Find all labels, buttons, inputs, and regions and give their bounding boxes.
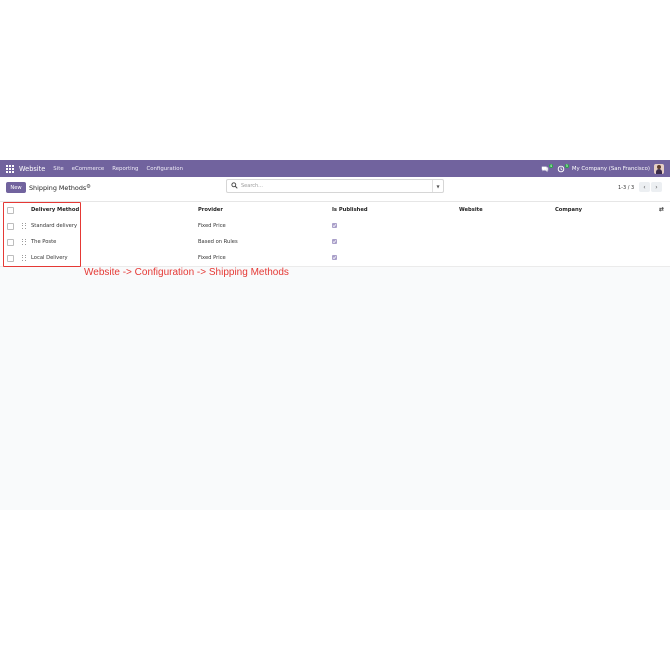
menu-site[interactable]: Site [53, 166, 63, 172]
annotation-highlight-box [3, 202, 81, 267]
search-options-toggle[interactable]: ▼ [432, 180, 443, 192]
table-row[interactable]: Standard delivery Fixed Price [0, 218, 670, 235]
gear-icon[interactable]: ⚙ [86, 184, 91, 190]
pager-previous-button[interactable]: ‹ [639, 182, 650, 192]
messages-badge: 4 [548, 163, 553, 168]
cell-provider: Fixed Price [198, 223, 226, 229]
menu-reporting[interactable]: Reporting [112, 166, 138, 172]
chevron-left-icon: ‹ [643, 183, 646, 191]
is-published-checkbox[interactable] [332, 239, 337, 244]
brand-website[interactable]: Website [19, 165, 45, 173]
caret-down-icon: ▼ [436, 183, 440, 189]
user-avatar[interactable] [654, 163, 664, 174]
search-icon [231, 182, 238, 189]
table-header-row: Delivery Method Provider Is Published We… [0, 202, 670, 219]
odoo-app: Website Site eCommerce Reporting Configu… [0, 160, 670, 510]
cell-provider: Fixed Price [198, 255, 226, 261]
menu-ecommerce[interactable]: eCommerce [72, 166, 105, 172]
optional-columns-toggle-icon[interactable]: ⇄ [659, 202, 664, 218]
pager-next-button[interactable]: › [651, 182, 662, 192]
table-row[interactable]: The Poste Based on Rules [0, 234, 670, 251]
page-title: Shipping Methods [29, 184, 87, 192]
is-published-checkbox[interactable] [332, 223, 337, 228]
control-panel: New Shipping Methods ⚙ ▼ 1-3 / 3 ‹ › [0, 177, 670, 202]
search-input[interactable] [241, 181, 421, 190]
column-header-company[interactable]: Company [555, 202, 582, 218]
annotation-text: Website -> Configuration -> Shipping Met… [84, 267, 289, 278]
table-row[interactable]: Local Delivery Fixed Price [0, 250, 670, 267]
company-switcher[interactable]: My Company (San Francisco) [572, 166, 650, 172]
messages-icon[interactable]: 4 [540, 163, 553, 174]
top-navbar: Website Site eCommerce Reporting Configu… [0, 160, 670, 177]
new-button[interactable]: New [6, 182, 26, 193]
activities-icon[interactable]: 5 [556, 163, 569, 174]
pager-value[interactable]: 1-3 / 3 [618, 185, 634, 191]
search-box: ▼ [226, 179, 444, 193]
is-published-checkbox[interactable] [332, 255, 337, 260]
column-header-provider[interactable]: Provider [198, 202, 223, 218]
apps-grid-icon[interactable] [6, 164, 14, 173]
menu-configuration[interactable]: Configuration [146, 166, 183, 172]
navbar-right: 4 5 My Company (San Francisco) [534, 160, 664, 177]
activities-badge: 5 [564, 163, 569, 168]
column-header-website[interactable]: Website [459, 202, 483, 218]
column-header-is-published[interactable]: Is Published [332, 202, 368, 218]
cell-provider: Based on Rules [198, 239, 238, 245]
chevron-right-icon: › [655, 183, 658, 191]
